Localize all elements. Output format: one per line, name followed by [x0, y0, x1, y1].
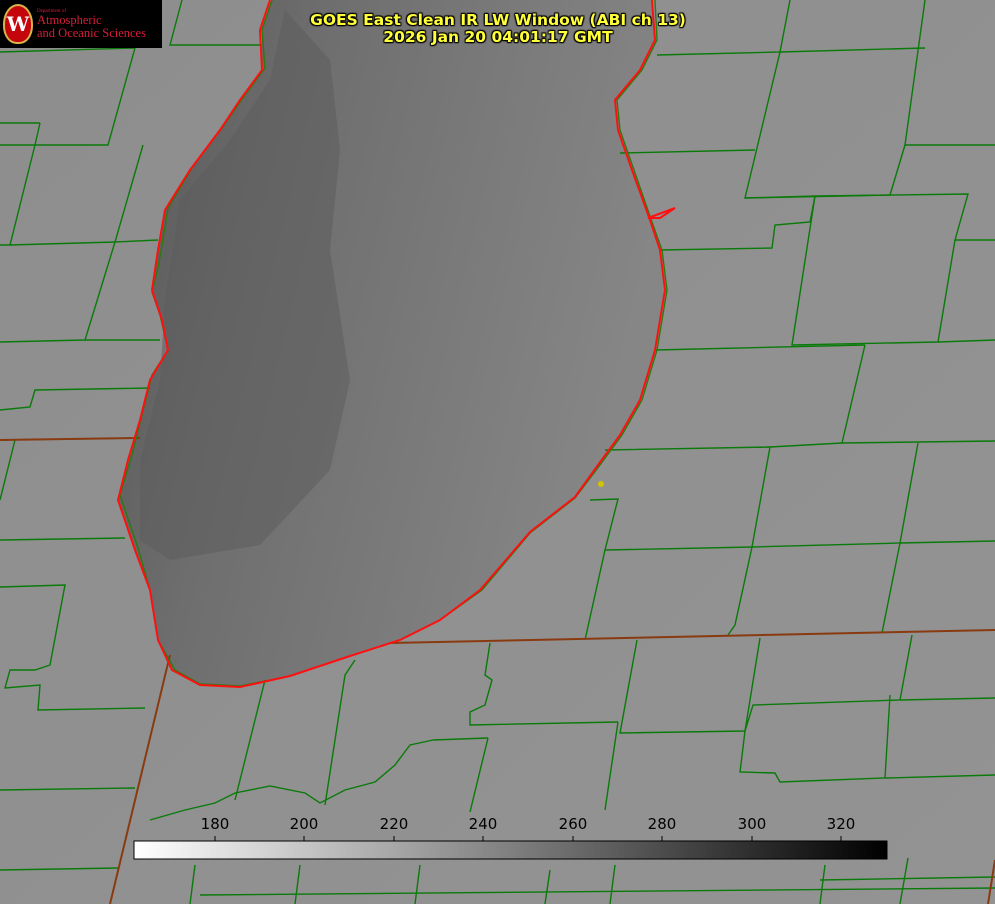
logo-line-1: Atmospheric: [37, 13, 102, 27]
institution-logo: W Department of Atmospheric and Oceanic …: [0, 0, 162, 48]
colorbar-tick-label: 300: [737, 815, 767, 833]
colorbar-tick-label: 240: [468, 815, 498, 833]
logo-text: Department of Atmospheric and Oceanic Sc…: [37, 9, 146, 39]
title-product: GOES East Clean IR LW Window (ABI ch 13): [310, 11, 686, 29]
university-seal-icon: W: [3, 4, 33, 44]
colorbar-gradient: [133, 840, 888, 860]
colorbar-tick-label: 220: [379, 815, 409, 833]
image-title: GOES East Clean IR LW Window (ABI ch 13)…: [300, 12, 696, 46]
title-timestamp: 2026 Jan 20 04:01:17 GMT: [383, 28, 613, 46]
satellite-map: W Department of Atmospheric and Oceanic …: [0, 0, 995, 904]
colorbar-tick-label: 200: [289, 815, 319, 833]
logo-line-2: and Oceanic Sciences: [37, 25, 146, 40]
location-marker-icon: [598, 481, 604, 487]
map-canvas: [0, 0, 995, 904]
colorbar-tick-label: 180: [200, 815, 230, 833]
colorbar-tick-label: 320: [826, 815, 856, 833]
colorbar-tick-label: 260: [558, 815, 588, 833]
colorbar-tick-label: 280: [647, 815, 677, 833]
